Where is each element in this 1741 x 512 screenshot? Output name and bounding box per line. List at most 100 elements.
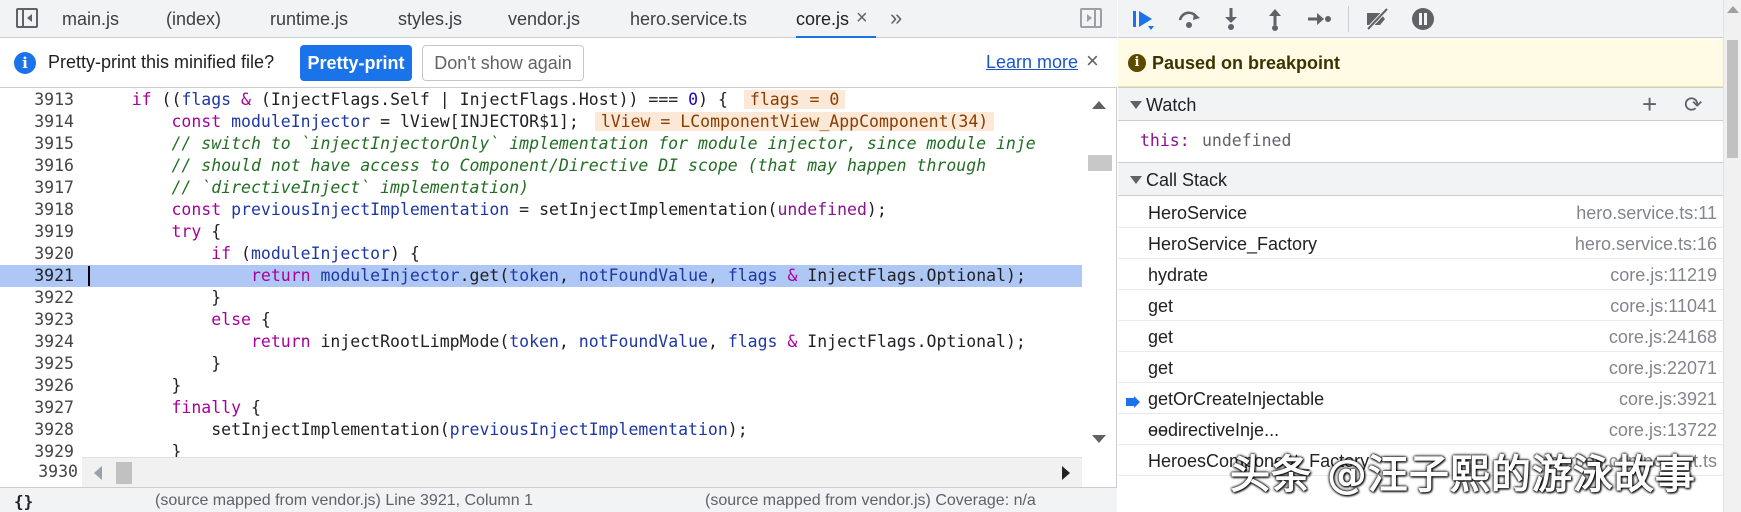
- close-infobar-icon[interactable]: ×: [1086, 48, 1099, 74]
- call-stack-frame[interactable]: HeroService_Factory hero.service.ts:16: [1118, 228, 1723, 259]
- scroll-up-icon[interactable]: [1727, 6, 1739, 13]
- call-stack-frame[interactable]: get core.js:24168: [1118, 321, 1723, 352]
- code-line[interactable]: 3924 return injectRootLimpMode(token, no…: [0, 331, 1082, 353]
- line-number[interactable]: 3918: [0, 199, 78, 221]
- step-out-icon[interactable]: [1262, 6, 1288, 32]
- line-number[interactable]: 3927: [0, 397, 78, 419]
- watch-expression[interactable]: this: undefined: [1118, 121, 1723, 161]
- frame-location-link[interactable]: core.js:3921: [1619, 389, 1717, 410]
- line-number[interactable]: 3917: [0, 177, 78, 199]
- tab-runtime-js[interactable]: runtime.js: [270, 0, 348, 38]
- code-line[interactable]: 3923 else {: [0, 309, 1082, 331]
- watch-value: undefined: [1202, 131, 1292, 150]
- code-line[interactable]: 3918 const previousInjectImplementation …: [0, 199, 1082, 221]
- scroll-down-icon[interactable]: [1092, 435, 1106, 443]
- frame-location-link[interactable]: hero.service.ts:11: [1576, 203, 1717, 224]
- tab-hero-service-ts[interactable]: hero.service.ts: [630, 0, 747, 38]
- line-number[interactable]: 3920: [0, 243, 78, 265]
- line-number[interactable]: 3925: [0, 353, 78, 375]
- call-stack-frame[interactable]: get core.js:11041: [1118, 290, 1723, 321]
- close-tab-icon[interactable]: ×: [856, 0, 868, 38]
- pretty-print-button[interactable]: Pretty-print: [300, 45, 412, 81]
- line-number[interactable]: 3919: [0, 221, 78, 243]
- call-stack-frame[interactable]: HeroesComponent_Factory heroes.component.…: [1118, 445, 1723, 476]
- call-stack-frame[interactable]: get core.js:22071: [1118, 352, 1723, 383]
- frame-location-link[interactable]: core.js:11219: [1610, 265, 1717, 286]
- coverage-status[interactable]: (source mapped from vendor.js) Coverage:…: [705, 492, 1036, 510]
- code-line[interactable]: 3919 try {: [0, 221, 1082, 243]
- call-stack-frame[interactable]: getOrCreateInjectable core.js:3921: [1118, 383, 1723, 414]
- code-line[interactable]: 3927 finally {: [0, 397, 1082, 419]
- line-number[interactable]: 3923: [0, 309, 78, 331]
- editor-vertical-scrollbar[interactable]: [1082, 89, 1116, 457]
- line-number[interactable]: 3922: [0, 287, 78, 309]
- frame-location-link[interactable]: heroes.component.ts: [1549, 451, 1717, 472]
- line-number[interactable]: 3915: [0, 133, 78, 155]
- scroll-right-icon[interactable]: [1062, 466, 1070, 480]
- pause-on-exceptions-icon[interactable]: [1410, 6, 1436, 32]
- pretty-print-brace-icon[interactable]: {}: [14, 492, 33, 511]
- inline-value[interactable]: lView = LComponentView_AppComponent(34): [594, 112, 995, 131]
- expand-chevron-icon[interactable]: [1130, 176, 1142, 184]
- call-stack-section-header[interactable]: Call Stack: [1118, 162, 1723, 196]
- step-icon[interactable]: [1306, 6, 1332, 32]
- inline-value[interactable]: flags = 0: [743, 90, 846, 109]
- tab-index[interactable]: (index): [166, 0, 221, 38]
- code-line[interactable]: 3917 // `directiveInject` implementation…: [0, 177, 1082, 199]
- add-icon[interactable]: +: [1642, 90, 1657, 118]
- frame-location-link[interactable]: core.js:11041: [1610, 296, 1717, 317]
- panel-toggle-icon[interactable]: [16, 8, 38, 28]
- code-line[interactable]: 3920 if (moduleInjector) {: [0, 243, 1082, 265]
- tab-vendor-js[interactable]: vendor.js: [508, 0, 580, 38]
- code-line[interactable]: 3926 }: [0, 375, 1082, 397]
- code-line[interactable]: 3913 if ((flags & (InjectFlags.Self | In…: [0, 89, 1082, 111]
- step-into-icon[interactable]: [1218, 6, 1244, 32]
- expand-chevron-icon[interactable]: [1130, 101, 1142, 109]
- line-number[interactable]: 3913: [0, 89, 78, 111]
- current-execution-line[interactable]: 3921 return moduleInjector.get(token, no…: [0, 265, 1082, 287]
- code-line[interactable]: 3925 }: [0, 353, 1082, 375]
- editor-horizontal-scrollbar[interactable]: [82, 457, 1082, 487]
- line-number[interactable]: 3921: [0, 265, 78, 287]
- step-over-icon[interactable]: [1176, 6, 1202, 32]
- line-number[interactable]: 3916: [0, 155, 78, 177]
- tab-styles-js[interactable]: styles.js: [398, 0, 462, 38]
- more-tabs-icon[interactable]: »: [890, 0, 902, 38]
- line-number[interactable]: 3924: [0, 331, 78, 353]
- frame-location-link[interactable]: hero.service.ts:16: [1575, 234, 1717, 255]
- line-number[interactable]: 3929: [0, 441, 78, 457]
- horizontal-scroll-thumb[interactable]: [116, 462, 132, 484]
- code-line[interactable]: 3915 // switch to `injectInjectorOnly` i…: [0, 133, 1082, 155]
- call-stack-frame[interactable]: hydrate core.js:11219: [1118, 259, 1723, 290]
- frame-location-link[interactable]: core.js:24168: [1609, 327, 1717, 348]
- debugger-panel-toggle-icon[interactable]: [1080, 8, 1102, 28]
- sidebar-scrollbar[interactable]: [1723, 0, 1741, 512]
- deactivate-breakpoints-icon[interactable]: [1364, 6, 1390, 32]
- call-stack-frame[interactable]: ɵɵdirectiveInje... core.js:13722: [1118, 414, 1723, 445]
- frame-location-link[interactable]: core.js:13722: [1609, 420, 1717, 441]
- dont-show-again-button[interactable]: Don't show again: [422, 45, 584, 81]
- code-text: // `directiveInject` implementation): [171, 178, 530, 197]
- watch-section-header[interactable]: Watch + ⟳: [1118, 87, 1723, 121]
- resume-icon[interactable]: [1130, 6, 1156, 32]
- scroll-left-icon[interactable]: [94, 466, 102, 480]
- cursor-position-status[interactable]: (source mapped from vendor.js) Line 3921…: [155, 492, 533, 510]
- code-editor[interactable]: 3913 if ((flags & (InjectFlags.Self | In…: [0, 89, 1082, 457]
- line-number[interactable]: 3928: [0, 419, 78, 441]
- tab-main-js[interactable]: main.js: [62, 0, 119, 38]
- scroll-thumb[interactable]: [1088, 155, 1112, 171]
- scroll-up-icon[interactable]: [1092, 101, 1106, 109]
- learn-more-link[interactable]: Learn more: [986, 52, 1078, 73]
- code-line[interactable]: 3916 // should not have access to Compon…: [0, 155, 1082, 177]
- code-line[interactable]: 3914 const moduleInjector = lView[INJECT…: [0, 111, 1082, 133]
- sidebar-scroll-thumb[interactable]: [1727, 40, 1738, 158]
- code-line[interactable]: 3928 setInjectImplementation(previousInj…: [0, 419, 1082, 441]
- call-stack-frame[interactable]: HeroService hero.service.ts:11: [1118, 197, 1723, 228]
- code-line[interactable]: 3922 }: [0, 287, 1082, 309]
- code-line[interactable]: 3929 }: [0, 441, 1082, 457]
- text-cursor: [88, 266, 90, 286]
- frame-location-link[interactable]: core.js:22071: [1609, 358, 1717, 379]
- line-number[interactable]: 3926: [0, 375, 78, 397]
- line-number[interactable]: 3914: [0, 111, 78, 133]
- refresh-icon[interactable]: ⟳: [1684, 92, 1702, 118]
